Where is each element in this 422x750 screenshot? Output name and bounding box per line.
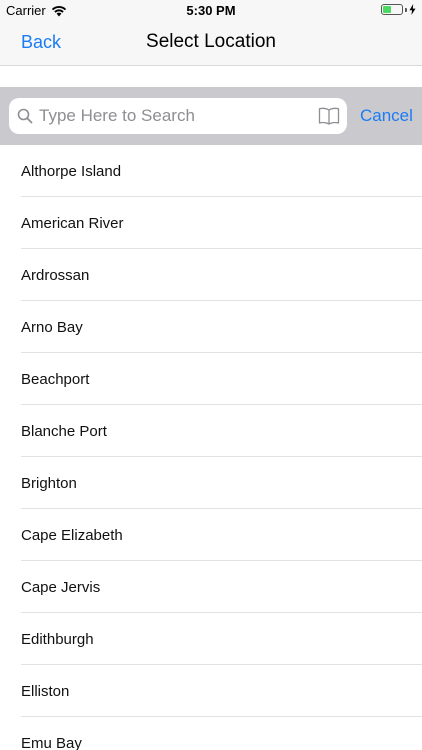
list-item[interactable]: Edithburgh xyxy=(0,613,422,665)
list-item[interactable]: Elliston xyxy=(0,665,422,717)
list-item[interactable]: Emu Bay xyxy=(0,717,422,750)
list-item[interactable]: Cape Elizabeth xyxy=(0,509,422,561)
list-item-label: Brighton xyxy=(21,475,77,492)
list-item-label: Cape Jervis xyxy=(21,579,101,596)
cancel-button[interactable]: Cancel xyxy=(360,106,413,126)
page-title: Select Location xyxy=(146,31,276,52)
list-item[interactable]: Althorpe Island xyxy=(0,145,422,197)
search-field[interactable] xyxy=(9,98,347,134)
location-list: Althorpe Island American River Ardrossan… xyxy=(0,145,422,750)
list-item[interactable]: Ardrossan xyxy=(0,249,422,301)
list-item[interactable]: Brighton xyxy=(0,457,422,509)
list-item-label: Emu Bay xyxy=(21,735,82,750)
status-bar: Carrier 5:30 PM xyxy=(0,0,422,22)
battery-icon xyxy=(381,4,403,15)
list-item-label: Arno Bay xyxy=(21,319,83,336)
battery-cap xyxy=(405,7,407,12)
bolt-icon xyxy=(409,4,416,15)
list-item[interactable]: Beachport xyxy=(0,353,422,405)
list-item[interactable]: Arno Bay xyxy=(0,301,422,353)
list-item-label: Beachport xyxy=(21,371,90,388)
list-item-label: Elliston xyxy=(21,683,70,700)
list-item-label: American River xyxy=(21,215,124,232)
back-button[interactable]: Back xyxy=(21,32,61,53)
list-item[interactable]: Cape Jervis xyxy=(0,561,422,613)
list-item-label: Althorpe Island xyxy=(21,163,122,180)
search-icon xyxy=(17,108,33,124)
list-item[interactable]: Blanche Port xyxy=(0,405,422,457)
book-icon[interactable] xyxy=(318,107,340,125)
list-item-label: Ardrossan xyxy=(21,267,90,284)
search-input[interactable] xyxy=(39,98,311,134)
list-item-label: Edithburgh xyxy=(21,631,94,648)
battery-indicator xyxy=(381,4,416,15)
navigation-bar: Back Select Location xyxy=(0,22,422,66)
search-bar: Cancel xyxy=(0,87,422,145)
battery-fill xyxy=(383,6,392,13)
list-item-label: Cape Elizabeth xyxy=(21,527,123,544)
list-item-label: Blanche Port xyxy=(21,423,107,440)
status-time: 5:30 PM xyxy=(186,3,236,18)
list-item[interactable]: American River xyxy=(0,197,422,249)
